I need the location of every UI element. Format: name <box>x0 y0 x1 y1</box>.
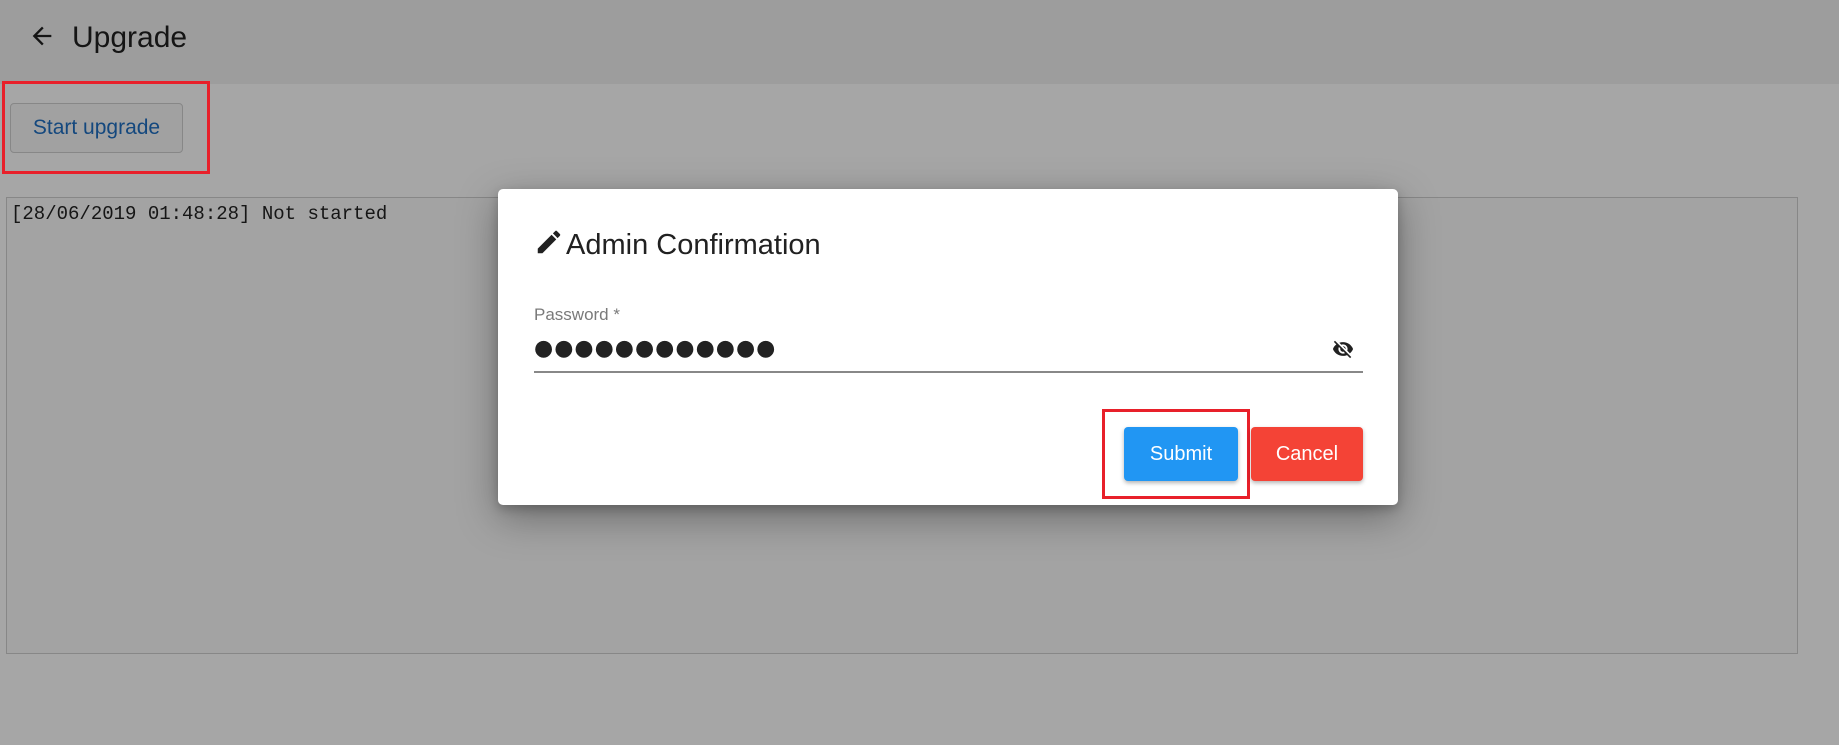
cancel-button[interactable]: Cancel <box>1251 427 1363 481</box>
pencil-icon <box>534 227 564 257</box>
dialog-title-text: Admin Confirmation <box>566 229 821 261</box>
password-field[interactable] <box>534 331 1324 365</box>
password-visibility-toggle[interactable] <box>1329 339 1357 363</box>
password-underline <box>534 371 1363 373</box>
password-label: Password * <box>534 305 620 324</box>
eye-off-icon <box>1331 338 1355 365</box>
dialog-title: Admin Confirmation <box>534 229 821 262</box>
highlight-start-upgrade <box>2 81 210 174</box>
admin-confirmation-dialog: Admin Confirmation Password * Submit Can… <box>498 189 1398 505</box>
highlight-submit <box>1102 409 1250 499</box>
